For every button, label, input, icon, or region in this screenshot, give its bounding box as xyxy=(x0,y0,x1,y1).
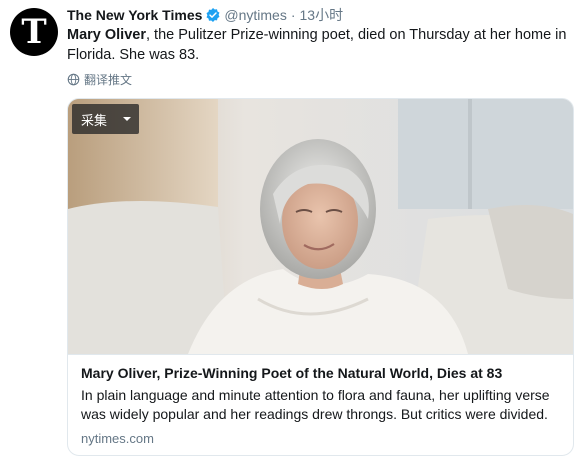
collect-button[interactable]: 采集 xyxy=(72,104,139,134)
separator-dot: · xyxy=(290,7,296,23)
card-title: Mary Oliver, Prize-Winning Poet of the N… xyxy=(81,365,503,381)
verified-badge-icon xyxy=(206,8,220,22)
tweet-text-bold: Mary Oliver xyxy=(67,27,146,43)
card-body[interactable]: Mary Oliver, Prize-Winning Poet of the N… xyxy=(68,354,573,455)
card-image[interactable]: 采集 xyxy=(68,99,573,354)
tweet-timestamp[interactable]: 13小时 xyxy=(300,5,344,25)
avatar-logo: T xyxy=(21,12,47,52)
avatar[interactable]: T xyxy=(10,8,58,56)
author-name[interactable]: The New York Times xyxy=(67,7,202,23)
author-handle[interactable]: @nytimes xyxy=(224,7,286,23)
card-description: In plain language and minute attention t… xyxy=(81,387,550,422)
card-photo xyxy=(68,99,573,354)
collect-label: 采集 xyxy=(81,112,108,128)
tweet-text: Mary Oliver, the Pulitzer Prize-winning … xyxy=(67,25,567,65)
translate-label: 翻译推文 xyxy=(84,72,133,87)
translate-tweet-link[interactable]: 翻译推文 xyxy=(67,70,132,88)
tweet-header: The New York Times @nytimes · 13小时 xyxy=(67,5,570,25)
caret-down-icon xyxy=(123,117,131,121)
globe-icon xyxy=(67,73,80,85)
card-domain: nytimes.com xyxy=(81,431,154,446)
link-card[interactable]: 采集 Mary Oliver, Prize-Winning Poet of th… xyxy=(67,98,574,456)
